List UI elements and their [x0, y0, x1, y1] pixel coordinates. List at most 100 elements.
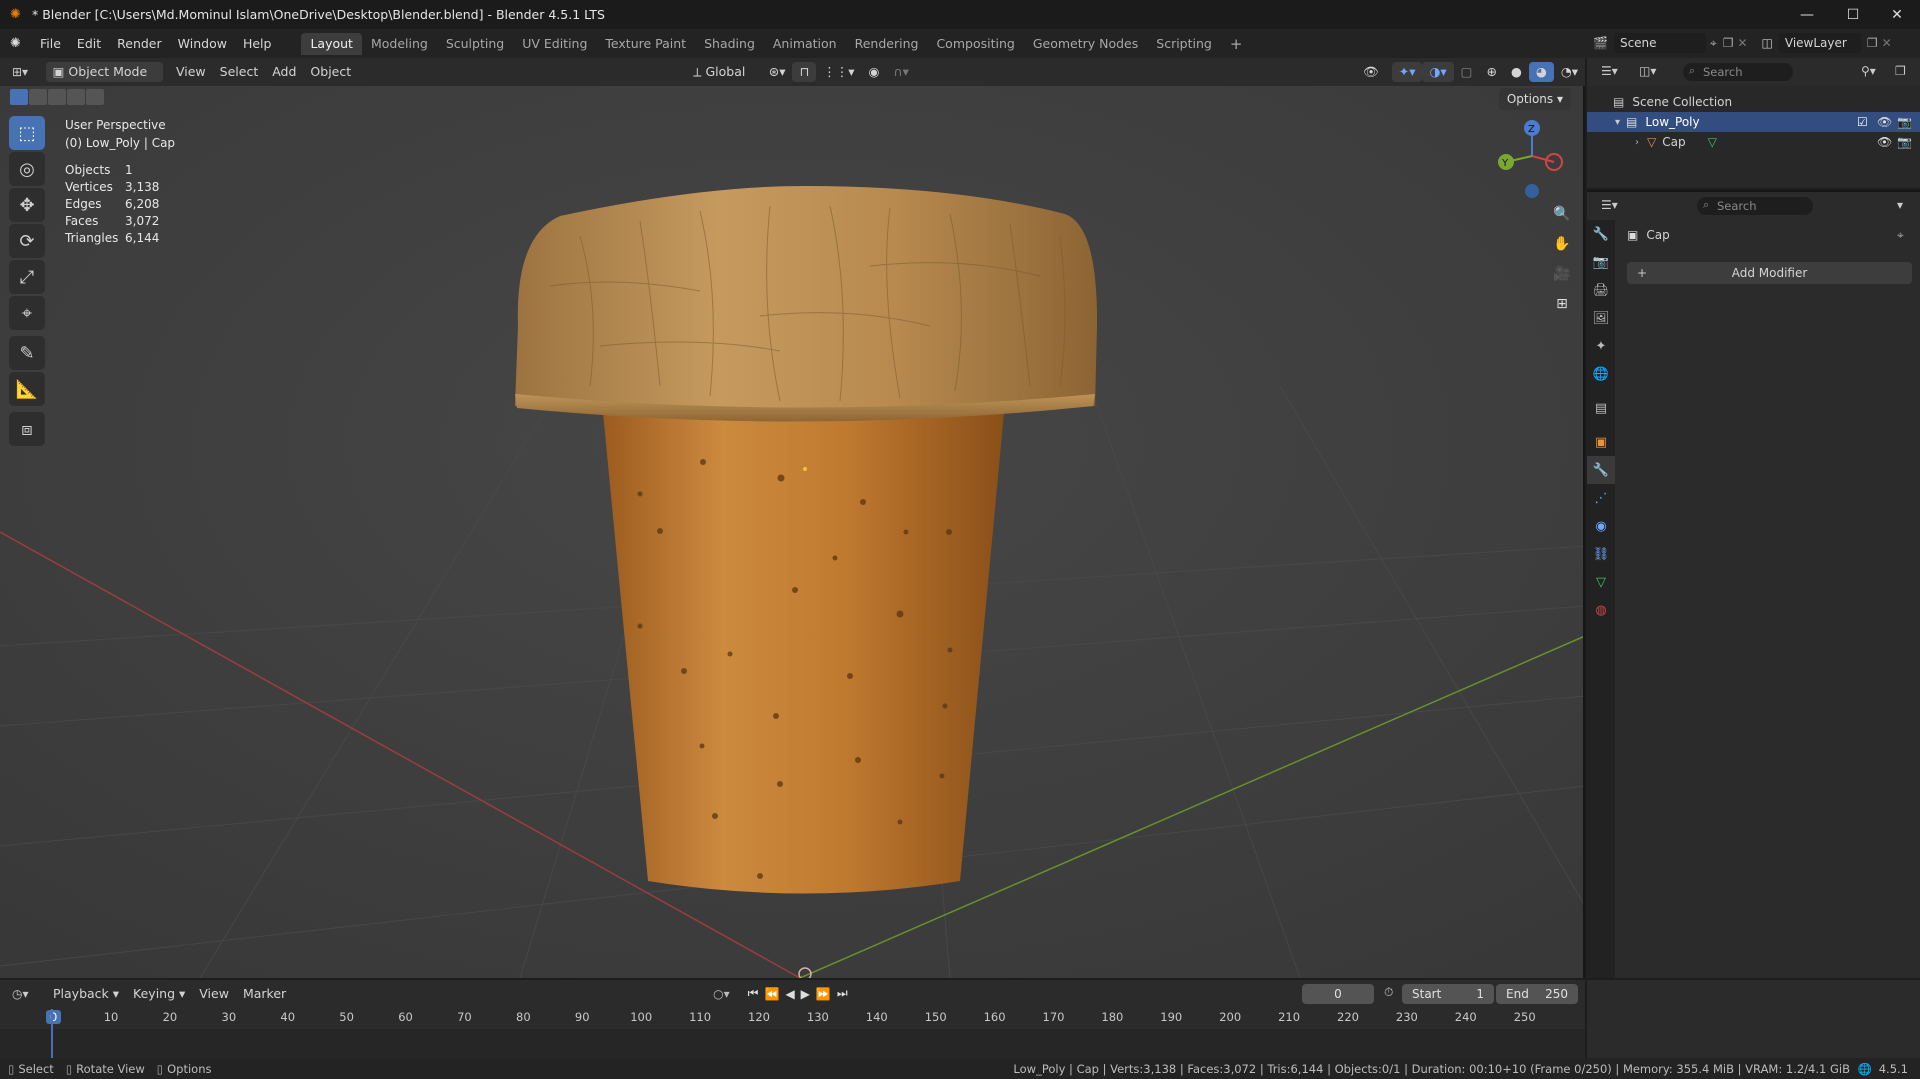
- xray-toggle-icon[interactable]: ▢: [1454, 62, 1480, 82]
- tab-animation[interactable]: Animation: [764, 33, 846, 55]
- snap-toggle-icon[interactable]: ⊓: [792, 62, 817, 82]
- mode-selector[interactable]: ▣ Object Mode ▾: [45, 62, 163, 99]
- rendered-shading-icon[interactable]: ◔▾: [1554, 62, 1585, 82]
- timeline-track-area[interactable]: [0, 1029, 1585, 1058]
- rotate-tool-icon[interactable]: ⟳: [9, 224, 45, 258]
- end-frame-field[interactable]: End 250: [1496, 984, 1578, 1004]
- menu-window[interactable]: Window: [170, 33, 235, 55]
- scale-tool-icon[interactable]: ⤢: [9, 260, 45, 294]
- pin-scene-icon[interactable]: ⌖: [1710, 36, 1717, 51]
- camera-view-icon[interactable]: 🎥: [1548, 260, 1576, 288]
- gizmo-neg-z-axis[interactable]: [1525, 184, 1539, 198]
- outliner-editor-type-icon[interactable]: ☰▾: [1601, 64, 1618, 78]
- playhead-line[interactable]: [51, 1009, 53, 1058]
- menu-render[interactable]: Render: [109, 33, 170, 55]
- add-cube-tool-icon[interactable]: ⧈: [9, 412, 45, 446]
- new-scene-icon[interactable]: ❐: [1723, 36, 1734, 50]
- physics-tab-icon[interactable]: ◉: [1587, 512, 1615, 540]
- tab-sculpting[interactable]: Sculpting: [437, 33, 513, 55]
- tab-compositing[interactable]: Compositing: [927, 33, 1023, 55]
- render-tab-icon[interactable]: 📷: [1587, 248, 1615, 276]
- maximize-button[interactable]: ☐: [1830, 0, 1876, 29]
- select-invert-icon[interactable]: [67, 89, 85, 105]
- select-intersect-icon[interactable]: [86, 89, 104, 105]
- viewport-menu-view[interactable]: View: [169, 62, 213, 82]
- transform-orientation-dropdown[interactable]: ⟂ Global ▾: [686, 62, 762, 99]
- delete-scene-icon[interactable]: ✕: [1737, 36, 1747, 50]
- snap-settings-icon[interactable]: ⋮⋮▾: [816, 62, 861, 82]
- timeline-ruler[interactable]: 0 10 20 30 40 50 60 70 80 90 100 110 120 130 140 150 160…: [0, 1007, 1585, 1029]
- minimize-button[interactable]: —: [1784, 0, 1830, 29]
- particles-tab-icon[interactable]: ⋰: [1587, 484, 1615, 512]
- select-subtract-icon[interactable]: [48, 89, 66, 105]
- cursor-tool-icon[interactable]: ◎: [9, 152, 45, 186]
- timeline-menu-keying[interactable]: Keying ▾: [126, 984, 192, 1004]
- outliner-row-cap[interactable]: › ▽ Cap ▽ 👁 📷: [1587, 132, 1920, 152]
- jump-start-icon[interactable]: ⏮: [748, 986, 759, 1001]
- world-tab-icon[interactable]: 🌐: [1587, 360, 1615, 388]
- select-extend-icon[interactable]: [29, 89, 47, 105]
- view-layer-field[interactable]: ViewLayer: [1778, 33, 1861, 53]
- hide-eye-icon[interactable]: 👁: [1877, 115, 1892, 129]
- object-tab-icon[interactable]: ▣: [1587, 428, 1615, 456]
- outliner-search-input[interactable]: Search: [1683, 63, 1793, 81]
- select-box-tool-icon[interactable]: ⬚: [9, 116, 45, 150]
- data-tab-icon[interactable]: ▽: [1587, 568, 1615, 596]
- timeline-editor-type-icon[interactable]: ◷▾: [12, 987, 46, 1001]
- menu-edit[interactable]: Edit: [69, 33, 109, 55]
- menu-file[interactable]: File: [32, 33, 69, 55]
- tab-geometry-nodes[interactable]: Geometry Nodes: [1024, 33, 1147, 55]
- properties-editor-type-icon[interactable]: ☰▾: [1601, 198, 1618, 212]
- collapse-chevron-icon[interactable]: ›: [1635, 137, 1639, 148]
- gizmo-toggle-icon[interactable]: ✦▾: [1391, 62, 1423, 82]
- viewport-menu-select[interactable]: Select: [213, 62, 266, 82]
- outliner-row-low-poly[interactable]: ▾ ▤ Low_Poly ☑ 👁 📷: [1587, 112, 1920, 132]
- play-reverse-icon[interactable]: ◀: [785, 987, 794, 1001]
- play-icon[interactable]: ▶: [801, 987, 810, 1001]
- measure-tool-icon[interactable]: 📐: [9, 372, 45, 406]
- viewport-menu-object[interactable]: Object: [303, 62, 358, 82]
- output-tab-icon[interactable]: 🖨: [1587, 276, 1615, 304]
- 3d-viewport[interactable]: Options ▾ User Perspective (0) Low_Poly …: [0, 86, 1585, 978]
- timeline-menu-view[interactable]: View: [192, 984, 236, 1004]
- auto-keying-icon[interactable]: ○▾: [713, 987, 730, 1001]
- transform-tool-icon[interactable]: ⌖: [9, 296, 45, 330]
- preview-range-icon[interactable]: ⏱: [1384, 985, 1393, 1000]
- expand-chevron-icon[interactable]: ▾: [1615, 117, 1620, 128]
- exclude-checkbox[interactable]: ☑: [1857, 115, 1868, 129]
- visibility-icon[interactable]: 👁▾: [1356, 62, 1392, 99]
- outliner-filter-icon[interactable]: ⚲▾: [1861, 64, 1876, 78]
- cork-body[interactable]: [602, 402, 1005, 894]
- tab-uv-editing[interactable]: UV Editing: [513, 33, 596, 55]
- viewport-options-button[interactable]: Options ▾: [1498, 88, 1571, 110]
- timeline-menu-playback[interactable]: Playback ▾: [46, 984, 126, 1004]
- tab-texture-paint[interactable]: Texture Paint: [596, 33, 695, 55]
- new-view-layer-icon[interactable]: ❐: [1867, 36, 1878, 50]
- render-camera-icon[interactable]: 📷: [1897, 135, 1912, 149]
- new-collection-icon[interactable]: ❐: [1895, 64, 1906, 78]
- material-shading-icon[interactable]: ◕: [1528, 62, 1554, 82]
- view-layer-tab-icon[interactable]: 🖼: [1587, 304, 1615, 332]
- scene-name-field[interactable]: Scene: [1613, 33, 1706, 53]
- cork-cap[interactable]: [515, 186, 1098, 422]
- add-modifier-button[interactable]: + Add Modifier: [1627, 262, 1912, 284]
- close-button[interactable]: ✕: [1874, 0, 1920, 29]
- add-workspace-icon[interactable]: +: [1221, 33, 1252, 55]
- viewport-menu-add[interactable]: Add: [265, 62, 303, 82]
- proportional-edit-icon[interactable]: ◉: [862, 62, 887, 82]
- jump-prev-keyframe-icon[interactable]: ⏪: [764, 987, 779, 1001]
- scene-tab-icon[interactable]: ✦: [1587, 332, 1615, 360]
- zoom-view-icon[interactable]: 🔍: [1548, 200, 1576, 228]
- pivot-point-icon[interactable]: ⊛▾: [762, 62, 793, 82]
- start-frame-field[interactable]: Start 1: [1402, 984, 1494, 1004]
- properties-search-input[interactable]: Search: [1697, 197, 1813, 215]
- tab-rendering[interactable]: Rendering: [846, 33, 928, 55]
- delete-view-layer-icon[interactable]: ✕: [1882, 36, 1892, 50]
- move-tool-icon[interactable]: ✥: [9, 188, 45, 222]
- select-new-icon[interactable]: [10, 89, 28, 105]
- menu-help[interactable]: Help: [235, 33, 280, 55]
- timeline-menu-marker[interactable]: Marker: [236, 984, 293, 1004]
- jump-end-icon[interactable]: ⏭: [837, 986, 848, 1001]
- tab-scripting[interactable]: Scripting: [1147, 33, 1221, 55]
- falloff-icon[interactable]: ∩▾: [886, 62, 915, 82]
